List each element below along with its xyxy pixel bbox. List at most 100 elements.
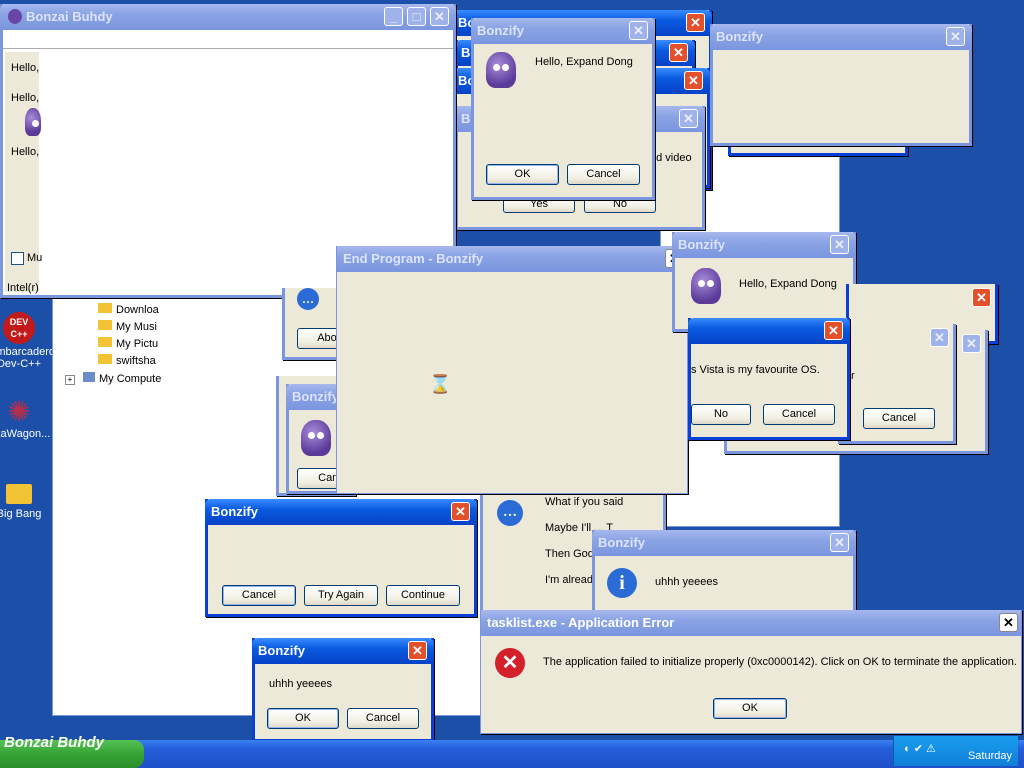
explorer-item-mycomputer[interactable]: + My Compute [65, 372, 161, 385]
dialog-message: uhhh yeeees [269, 678, 332, 690]
ok-button[interactable]: OK [713, 698, 787, 719]
chat-bubble-icon: … [497, 500, 523, 526]
close-icon[interactable]: ✕ [999, 613, 1018, 632]
explorer-item-music[interactable]: My Musi [98, 320, 157, 333]
folder-icon [6, 484, 32, 504]
taskbar-task-label: Bonzai Buhdy [4, 734, 104, 751]
cancel-button[interactable]: Cancel [347, 708, 419, 729]
explorer-item-swiftshader[interactable]: swiftsha [98, 354, 156, 367]
close-icon[interactable]: ✕ [430, 7, 449, 26]
dialog-title: Bonzify [592, 530, 856, 556]
app-error-dialog: tasklist.exe - Application Error ✕ ✕ The… [480, 610, 1022, 734]
cancel-button[interactable]: Cancel [863, 408, 935, 429]
close-icon[interactable]: ✕ [946, 27, 965, 46]
dialog-title: Bonzify [710, 24, 972, 50]
desktop-icon-bigbang[interactable]: Big Bang [0, 478, 54, 520]
desktop-icon-label: Big Bang [0, 508, 42, 520]
bonzi-avatar-icon [301, 420, 331, 456]
vista-dialog: ✕ s Vista is my favourite OS. No Cancel [688, 318, 850, 440]
chat-line: Hello, [11, 92, 40, 104]
dialog-title: Bonzify [252, 638, 434, 664]
close-icon[interactable]: ✕ [930, 328, 949, 347]
close-icon[interactable]: ✕ [686, 13, 705, 32]
checkbox-label: Mu [27, 252, 43, 264]
clock-day: Saturday [967, 750, 1012, 762]
dialog-title: Bonzify [672, 232, 856, 258]
dialog-message: Hello, Expand Dong [739, 278, 837, 290]
no-button[interactable]: No [691, 404, 751, 425]
cancel-button[interactable]: Cancel [567, 164, 640, 185]
chat-line: What if you said [545, 496, 624, 508]
desktop-icon-label: Embarcadero Dev-C++ [0, 346, 56, 370]
bonzi-avatar-icon [691, 268, 721, 304]
folder-icon [98, 337, 112, 347]
close-icon[interactable]: ✕ [451, 502, 470, 521]
uhhh-dialog-info: Bonzify ✕ i uhhh yeeees [592, 530, 856, 614]
close-icon[interactable]: ✕ [629, 21, 648, 40]
close-icon[interactable]: ✕ [408, 641, 427, 660]
uhhh-dialog: Bonzify ✕ uhhh yeeees OK Cancel [252, 638, 434, 742]
computer-icon [83, 372, 95, 382]
hello-dialog-top: Bonzify ✕ Hello, Expand Dong OK Cancel [471, 18, 655, 200]
taskbar-active-task[interactable]: Bonzai Buhdy [0, 734, 144, 768]
dialog-message: Hello, Expand Dong [535, 56, 633, 68]
chat-panel: Hello, Hello, Hello, Mu Intel(r) [5, 52, 48, 294]
bonzify-dialog-topright: Bonzify ✕ [710, 24, 972, 146]
dialog-message: The application failed to initialize pro… [543, 656, 1017, 668]
info-icon: i [607, 568, 637, 598]
explorer-item-pictures[interactable]: My Pictu [98, 337, 158, 350]
desktop-icon-skawagon[interactable]: ✺ SkaWagon... [0, 396, 54, 440]
dialog-message: od video [650, 152, 692, 164]
devcpp-icon: DEV C++ [3, 312, 35, 344]
try-again-button[interactable]: Try Again [304, 585, 378, 606]
chat-bubble-icon: … [297, 288, 319, 310]
chat-line: Then God [545, 548, 594, 560]
close-icon[interactable]: ✕ [669, 43, 688, 62]
taskbar: Bonzai Buhdy ◐ ✔ ⚠ Saturday [0, 734, 1024, 768]
explorer-item-label: My Compute [99, 373, 162, 385]
chat-line: Hello, [11, 62, 40, 74]
maximize-button[interactable]: □ [407, 7, 426, 26]
bonzi-app-icon [8, 9, 22, 24]
close-icon[interactable]: ✕ [962, 334, 981, 353]
desktop-icon-label: SkaWagon... [0, 428, 51, 440]
status-text: Intel(r) [7, 282, 39, 294]
close-icon[interactable]: ✕ [824, 321, 843, 340]
dialog-message: r [851, 370, 855, 382]
ok-button[interactable]: OK [267, 708, 339, 729]
close-icon[interactable]: ✕ [684, 71, 703, 90]
desktop-icon-devcpp[interactable]: DEVC++ Embarcadero Dev-C++ [0, 312, 56, 370]
hello-dialog-2: Bonzify ✕ Hello, Expand Dong [672, 232, 856, 332]
dialog-title: tasklist.exe - Application Error [481, 610, 1021, 636]
folder-icon [98, 354, 112, 364]
ok-button[interactable]: OK [486, 164, 559, 185]
close-icon[interactable]: ✕ [830, 235, 849, 254]
dialog-title: End Program - Bonzify [337, 246, 687, 272]
right-cancel-dialog: ✕ r Cancel [838, 324, 956, 444]
tray-icons: ◐ ✔ ⚠ [904, 743, 936, 755]
close-icon[interactable]: ✕ [830, 533, 849, 552]
minimize-button[interactable]: _ [384, 7, 403, 26]
explorer-item-label: swiftsha [116, 355, 156, 367]
busy-cursor-icon: ⌛ [429, 374, 452, 394]
dialog-message: uhhh yeeees [655, 576, 718, 588]
dialog-message: s Vista is my favourite OS. [691, 364, 820, 376]
dialog-title: Bonzify [471, 18, 655, 44]
close-icon[interactable]: ✕ [679, 109, 698, 128]
explorer-item-downloads[interactable]: Downloa [98, 303, 159, 316]
chat-line: Hello, [11, 146, 40, 158]
continue-button[interactable]: Continue [386, 585, 460, 606]
cancel-button[interactable]: Cancel [222, 585, 296, 606]
explorer-item-label: Downloa [116, 304, 159, 316]
folder-icon [98, 320, 112, 330]
checkbox[interactable] [11, 252, 24, 265]
cancel-button[interactable]: Cancel [763, 404, 835, 425]
explorer-item-label: My Pictu [116, 338, 159, 350]
dialog-title: Bonzify [205, 499, 477, 525]
retry-dialog: Bonzify ✕ Cancel Try Again Continue [205, 499, 477, 617]
skawagon-icon: ✺ [7, 396, 31, 427]
system-tray: ◐ ✔ ⚠ Saturday [893, 736, 1018, 766]
error-icon: ✕ [495, 648, 525, 678]
end-program-dialog: End Program - Bonzify ✕ ⌛ [336, 246, 688, 494]
close-icon[interactable]: ✕ [972, 288, 991, 307]
